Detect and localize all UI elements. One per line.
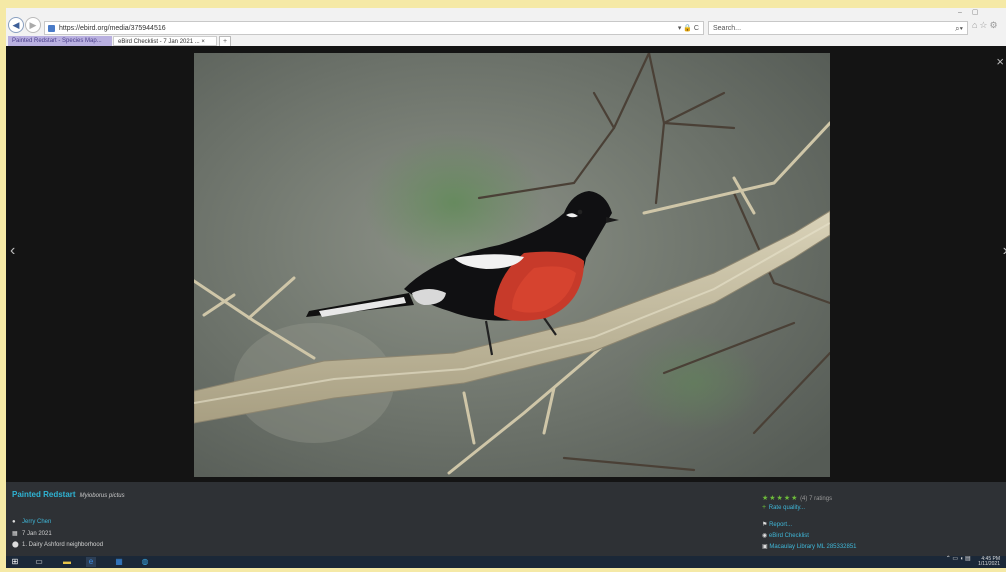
location-pin-icon: ⬤ (12, 542, 19, 548)
store-icon[interactable]: ▦ (114, 557, 124, 567)
tab-strip: Painted Redstart - Species Map... eBird … (6, 36, 1006, 47)
toolbar-icons[interactable]: ⌂☆⚙ (972, 20, 1000, 31)
person-icon: ● (12, 519, 16, 525)
report-link[interactable]: Report... (769, 522, 792, 528)
calendar-icon: ▦ (12, 531, 18, 537)
plus-icon: + (762, 504, 768, 511)
back-icon[interactable]: ◀ (8, 17, 24, 33)
url-text: https://ebird.org/media/375944516 (59, 25, 166, 32)
flag-icon: ⚑ (762, 522, 768, 528)
catalog-row[interactable]: ▣ Macaulay Library ML 285332851 (762, 543, 857, 550)
previous-photo-icon[interactable]: ‹ (10, 242, 15, 260)
location-row: ⬤ 1. Dairy Ashford neighborhood (12, 541, 103, 548)
forward-icon[interactable]: ▶ (25, 17, 41, 33)
address-bar[interactable]: https://ebird.org/media/375944516 ▾ 🔒 C (44, 21, 704, 35)
date-row: ▦ 7 Jan 2021 (12, 530, 52, 537)
search-box[interactable]: Search... ⌕▾ (708, 21, 968, 35)
browser-chrome: ◀ ▶ https://ebird.org/media/375944516 ▾ … (6, 8, 1006, 47)
internet-explorer-icon[interactable]: e (86, 557, 96, 567)
rating-count: (4) 7 ratings (800, 496, 833, 502)
system-tray[interactable]: ⌃ ▭ ◖ ▤ 4:45 PM 1/11/2021 (946, 556, 1000, 567)
tray-icons[interactable]: ⌃ ▭ ◖ ▤ (946, 556, 971, 562)
task-view-icon[interactable]: ▭ (34, 557, 44, 567)
checklist-link[interactable]: eBird Checklist (769, 533, 809, 539)
catalog-link[interactable]: Macaulay Library ML 285332851 (769, 544, 856, 550)
page-icon (48, 25, 55, 32)
common-name[interactable]: Painted Redstart (12, 490, 76, 499)
file-explorer-icon[interactable]: ▬ (62, 557, 72, 567)
tab-ebird-checklist[interactable]: eBird Checklist - 7 Jan 2021 ... × (113, 36, 217, 46)
species-name[interactable]: Painted Redstart Myioborus pictus (12, 490, 125, 499)
search-icon[interactable]: ⌕▾ (955, 22, 963, 36)
observation-date: 7 Jan 2021 (22, 531, 52, 537)
checklist-row[interactable]: ◉ eBird Checklist (762, 532, 809, 539)
observer-link[interactable]: Jerry Chen (22, 519, 51, 525)
window-controls[interactable]: –▢ (958, 8, 989, 16)
photo-info-panel: Painted Redstart Myioborus pictus ● Jerry … (6, 482, 1006, 556)
tab-species-map[interactable]: Painted Redstart - Species Map... (8, 36, 112, 46)
edge-icon[interactable]: ◍ (140, 557, 150, 567)
observer-row: ● Jerry Chen (12, 519, 51, 525)
location-name: 1. Dairy Ashford neighborhood (22, 542, 104, 548)
report-row[interactable]: ⚑ Report... (762, 521, 792, 528)
rating-stars: ★★★★★ (762, 495, 799, 502)
checklist-icon: ◉ (762, 533, 768, 539)
rate-quality-link[interactable]: Rate quality... (769, 505, 805, 511)
bird-photo (194, 53, 830, 477)
rate-quality-row[interactable]: + Rate quality... (762, 504, 805, 511)
search-placeholder: Search... (713, 25, 742, 32)
start-icon[interactable]: ⊞ (10, 557, 20, 567)
scientific-name: Myioborus pictus (79, 493, 125, 499)
screen: ◀ ▶ https://ebird.org/media/375944516 ▾ … (6, 8, 1006, 568)
taskbar: ⊞ ▭ ▬ e ▦ ◍ ⌃ ▭ ◖ ▤ 4:45 PM 1/11/2021 (6, 556, 1006, 568)
library-icon: ▣ (762, 544, 768, 550)
rating-row: ★★★★★ (4) 7 ratings (762, 494, 832, 502)
address-bar-icons[interactable]: ▾ 🔒 C (678, 22, 699, 36)
close-icon[interactable]: × (996, 54, 1004, 69)
photo-lightbox: ‹ › × (6, 46, 1006, 482)
clock-date: 1/11/2021 (978, 561, 1000, 567)
